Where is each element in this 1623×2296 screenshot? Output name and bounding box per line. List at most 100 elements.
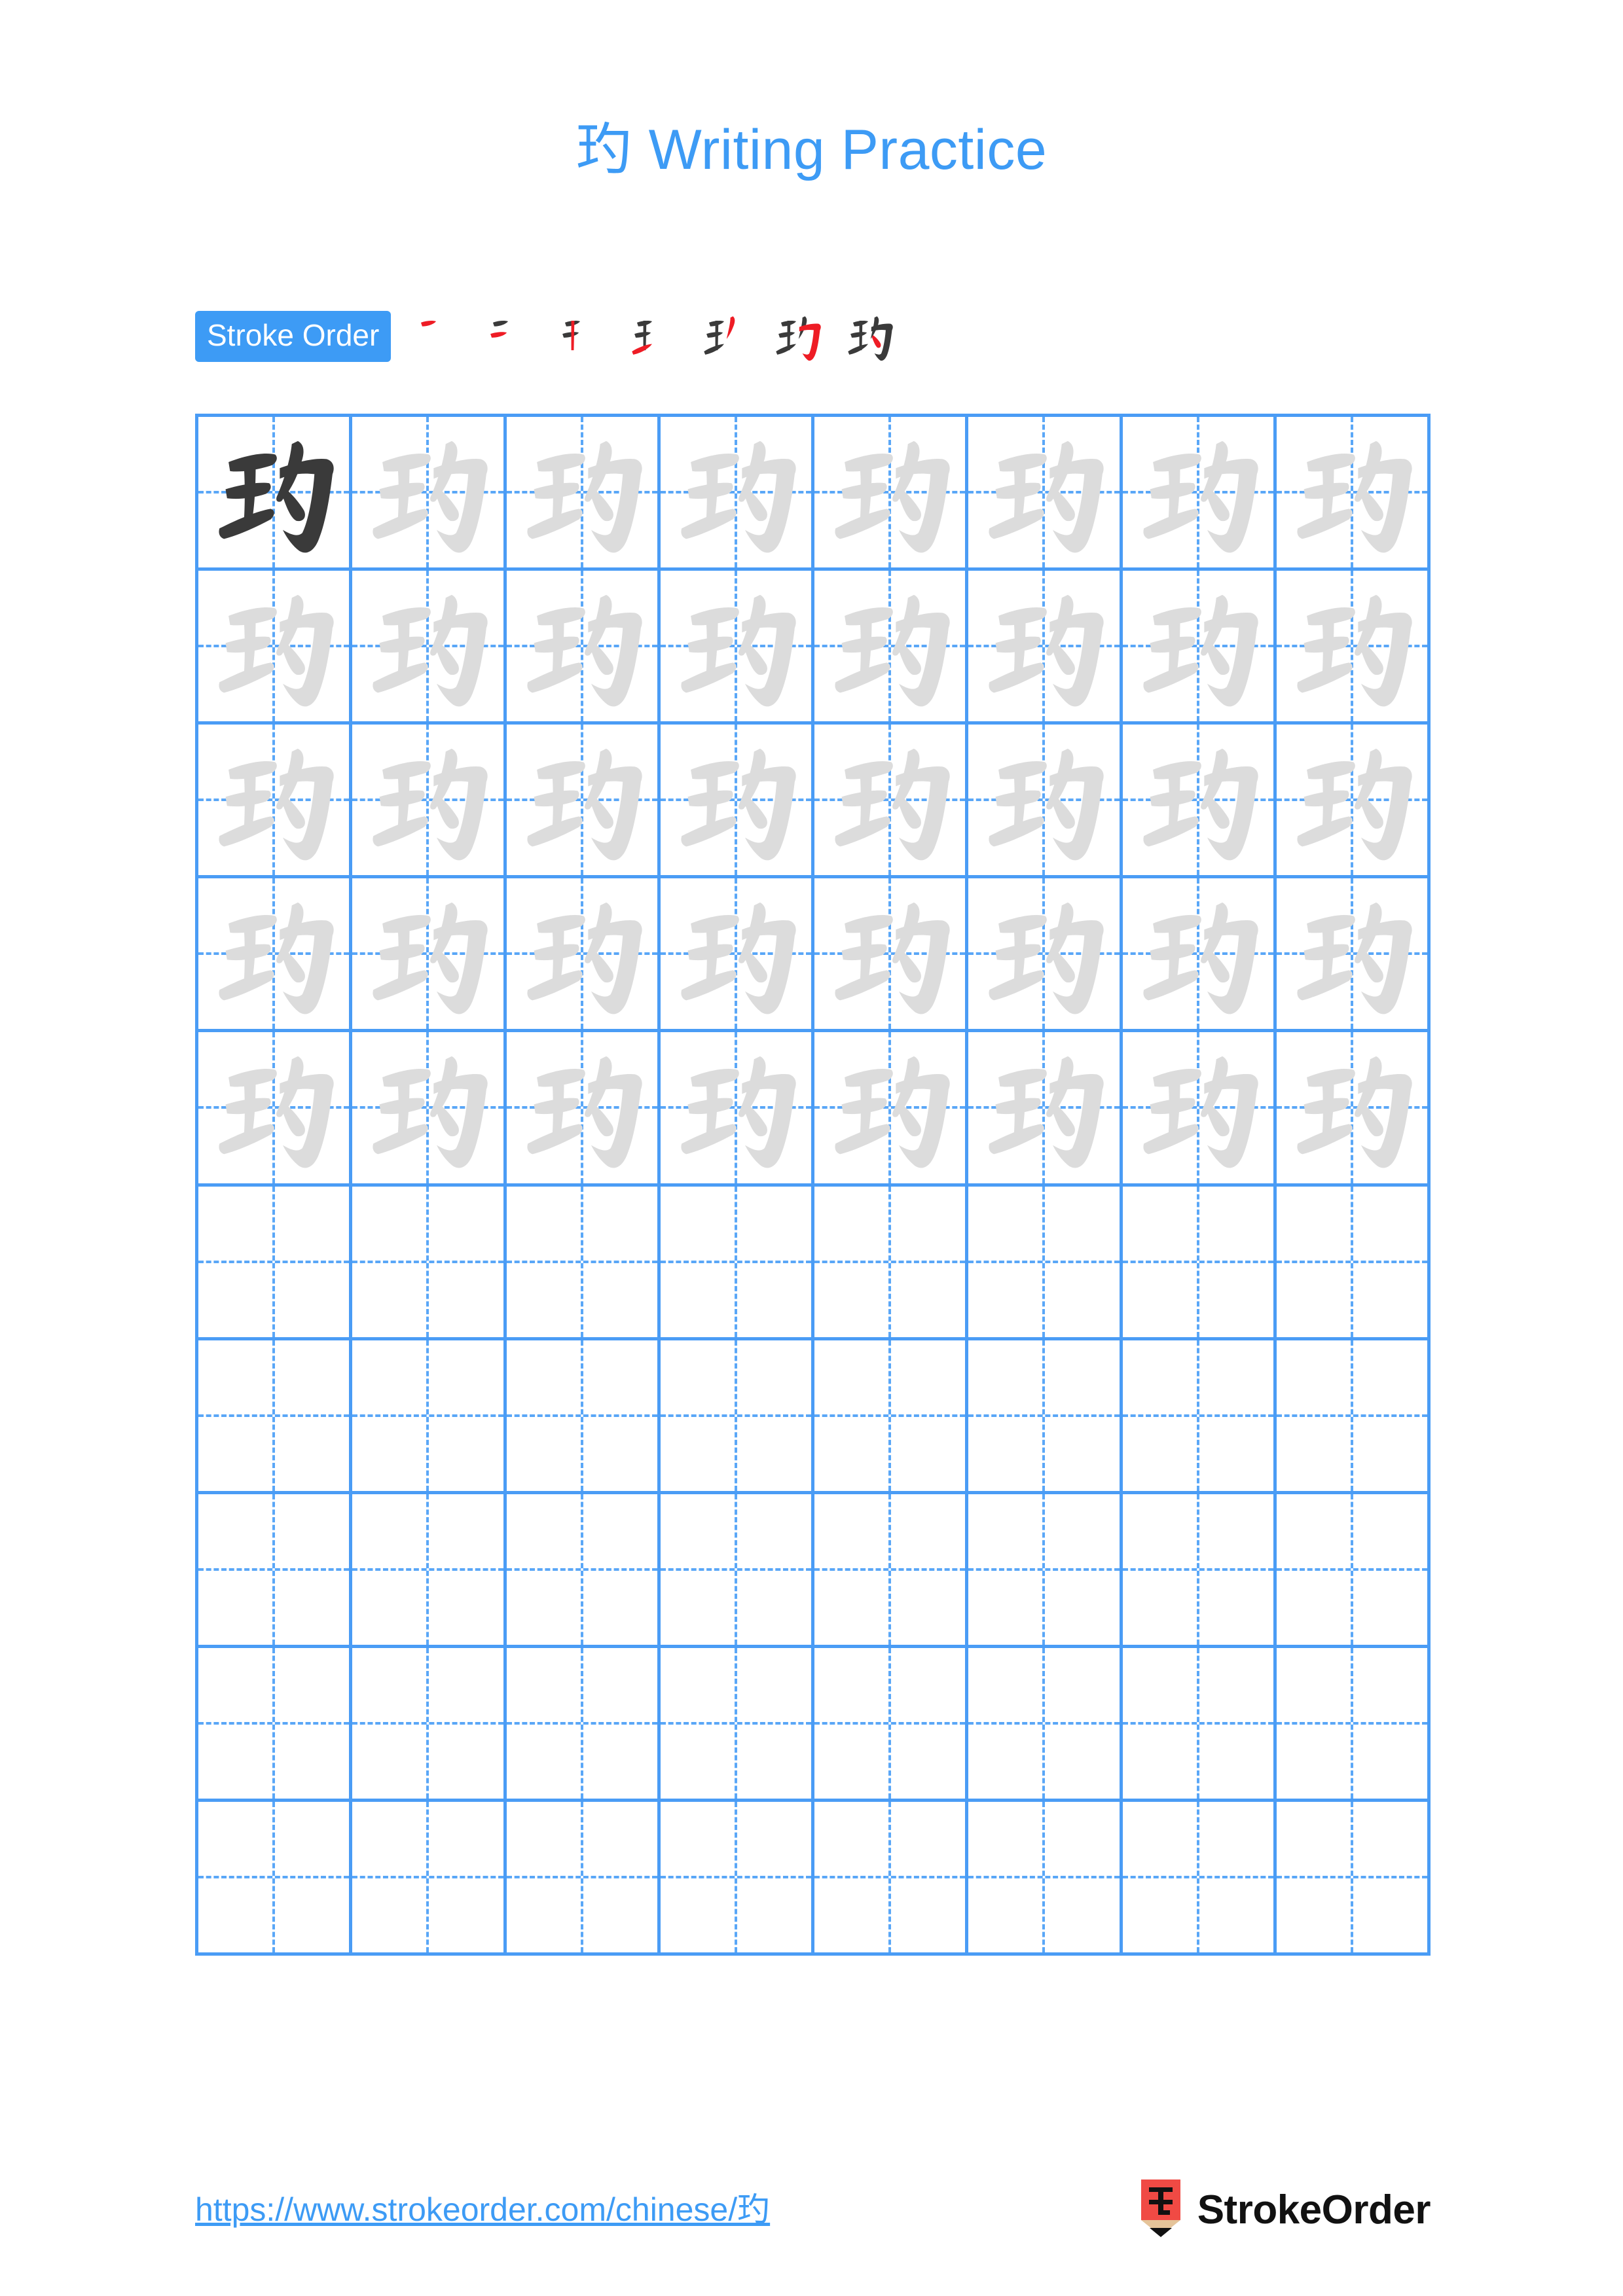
practice-cell[interactable] (1122, 571, 1277, 725)
practice-cell[interactable] (506, 725, 661, 879)
practice-cell[interactable] (1276, 1340, 1431, 1494)
practice-cell[interactable] (814, 1494, 969, 1648)
tracing-character (198, 878, 349, 1029)
tracing-character (352, 725, 503, 875)
practice-cell[interactable] (352, 1494, 507, 1648)
practice-cell[interactable] (968, 725, 1123, 879)
stroke-step-2 (472, 305, 544, 368)
stroke-step-4 (616, 305, 688, 368)
practice-cell[interactable] (1122, 725, 1277, 879)
practice-cell[interactable] (660, 1032, 814, 1187)
footer-url-link[interactable]: https://www.strokeorder.com/chinese/玓 (195, 2183, 770, 2231)
practice-cell[interactable] (1276, 417, 1431, 571)
practice-cell[interactable] (506, 417, 661, 571)
practice-cell[interactable] (1122, 417, 1277, 571)
practice-cell[interactable] (1122, 1801, 1277, 1956)
practice-cell[interactable] (198, 1494, 353, 1648)
practice-cell[interactable] (352, 1186, 507, 1340)
practice-cell[interactable] (1276, 1032, 1431, 1187)
practice-cell[interactable] (814, 1801, 969, 1956)
practice-cell[interactable] (506, 1032, 661, 1187)
practice-cell[interactable] (814, 1032, 969, 1187)
practice-cell[interactable] (1122, 1494, 1277, 1648)
practice-cell[interactable] (968, 1494, 1123, 1648)
practice-cell[interactable] (660, 1186, 814, 1340)
practice-cell[interactable] (968, 571, 1123, 725)
practice-cell[interactable] (814, 571, 969, 725)
practice-cell[interactable] (968, 1647, 1123, 1802)
practice-cell[interactable] (352, 1032, 507, 1187)
tracing-character (661, 878, 811, 1029)
practice-cell[interactable] (968, 878, 1123, 1033)
practice-cell[interactable] (198, 1647, 353, 1802)
practice-cell[interactable] (660, 1340, 814, 1494)
practice-cell[interactable] (352, 1801, 507, 1956)
practice-cell[interactable] (198, 1032, 353, 1187)
tracing-character (661, 417, 811, 567)
practice-cell[interactable] (1122, 1647, 1277, 1802)
practice-cell[interactable] (660, 725, 814, 879)
practice-cell[interactable] (1122, 878, 1277, 1033)
practice-cell[interactable] (968, 417, 1123, 571)
practice-cell[interactable] (1276, 1647, 1431, 1802)
practice-cell[interactable] (968, 1186, 1123, 1340)
practice-cell[interactable] (506, 1801, 661, 1956)
tracing-character (1277, 571, 1427, 721)
practice-cell[interactable] (1276, 1801, 1431, 1956)
practice-cell[interactable] (814, 725, 969, 879)
practice-cell[interactable] (814, 417, 969, 571)
practice-cell[interactable] (198, 725, 353, 879)
practice-cell[interactable] (198, 1340, 353, 1494)
practice-cell[interactable] (198, 417, 353, 571)
practice-cell[interactable] (660, 571, 814, 725)
practice-cell[interactable] (1122, 1186, 1277, 1340)
practice-cell[interactable] (660, 878, 814, 1033)
footer: https://www.strokeorder.com/chinese/玓 St… (0, 2179, 1623, 2265)
practice-cell[interactable] (968, 1340, 1123, 1494)
practice-cell[interactable] (1276, 1186, 1431, 1340)
practice-cell[interactable] (1122, 1032, 1277, 1187)
stroke-step-5 (688, 305, 760, 368)
practice-cell[interactable] (1276, 725, 1431, 879)
practice-cell[interactable] (814, 1647, 969, 1802)
pencil-logo-icon (1140, 2179, 1180, 2237)
practice-cell[interactable] (506, 1186, 661, 1340)
tracing-character (1277, 417, 1427, 567)
practice-cell[interactable] (814, 1340, 969, 1494)
practice-cell[interactable] (506, 571, 661, 725)
practice-cell[interactable] (660, 1801, 814, 1956)
tracing-character (507, 878, 657, 1029)
stroke-order-steps (400, 305, 904, 368)
practice-cell[interactable] (1276, 878, 1431, 1033)
practice-cell[interactable] (660, 417, 814, 571)
practice-cell[interactable] (198, 878, 353, 1033)
practice-cell[interactable] (352, 878, 507, 1033)
practice-cell[interactable] (660, 1647, 814, 1802)
brand-logo-group: StrokeOrder (1137, 2179, 1431, 2240)
tracing-character (1277, 878, 1427, 1029)
practice-cell[interactable] (1276, 571, 1431, 725)
practice-cell[interactable] (198, 1186, 353, 1340)
practice-cell[interactable] (198, 571, 353, 725)
practice-cell[interactable] (352, 1647, 507, 1802)
practice-cell[interactable] (814, 1186, 969, 1340)
practice-cell[interactable] (506, 1647, 661, 1802)
tracing-character (968, 1032, 1119, 1183)
practice-cell[interactable] (198, 1801, 353, 1956)
practice-cell[interactable] (352, 571, 507, 725)
practice-cell[interactable] (506, 878, 661, 1033)
practice-cell[interactable] (352, 725, 507, 879)
practice-cell[interactable] (814, 878, 969, 1033)
practice-cell[interactable] (968, 1032, 1123, 1187)
practice-cell[interactable] (506, 1494, 661, 1648)
practice-cell[interactable] (1122, 1340, 1277, 1494)
practice-cell[interactable] (660, 1494, 814, 1648)
practice-cell[interactable] (968, 1801, 1123, 1956)
practice-cell[interactable] (352, 1340, 507, 1494)
tracing-character (814, 1032, 965, 1183)
practice-cell[interactable] (506, 1340, 661, 1494)
tracing-character (507, 1032, 657, 1183)
practice-cell[interactable] (352, 417, 507, 571)
practice-cell[interactable] (1276, 1494, 1431, 1648)
brand-name: StrokeOrder (1197, 2187, 1431, 2233)
